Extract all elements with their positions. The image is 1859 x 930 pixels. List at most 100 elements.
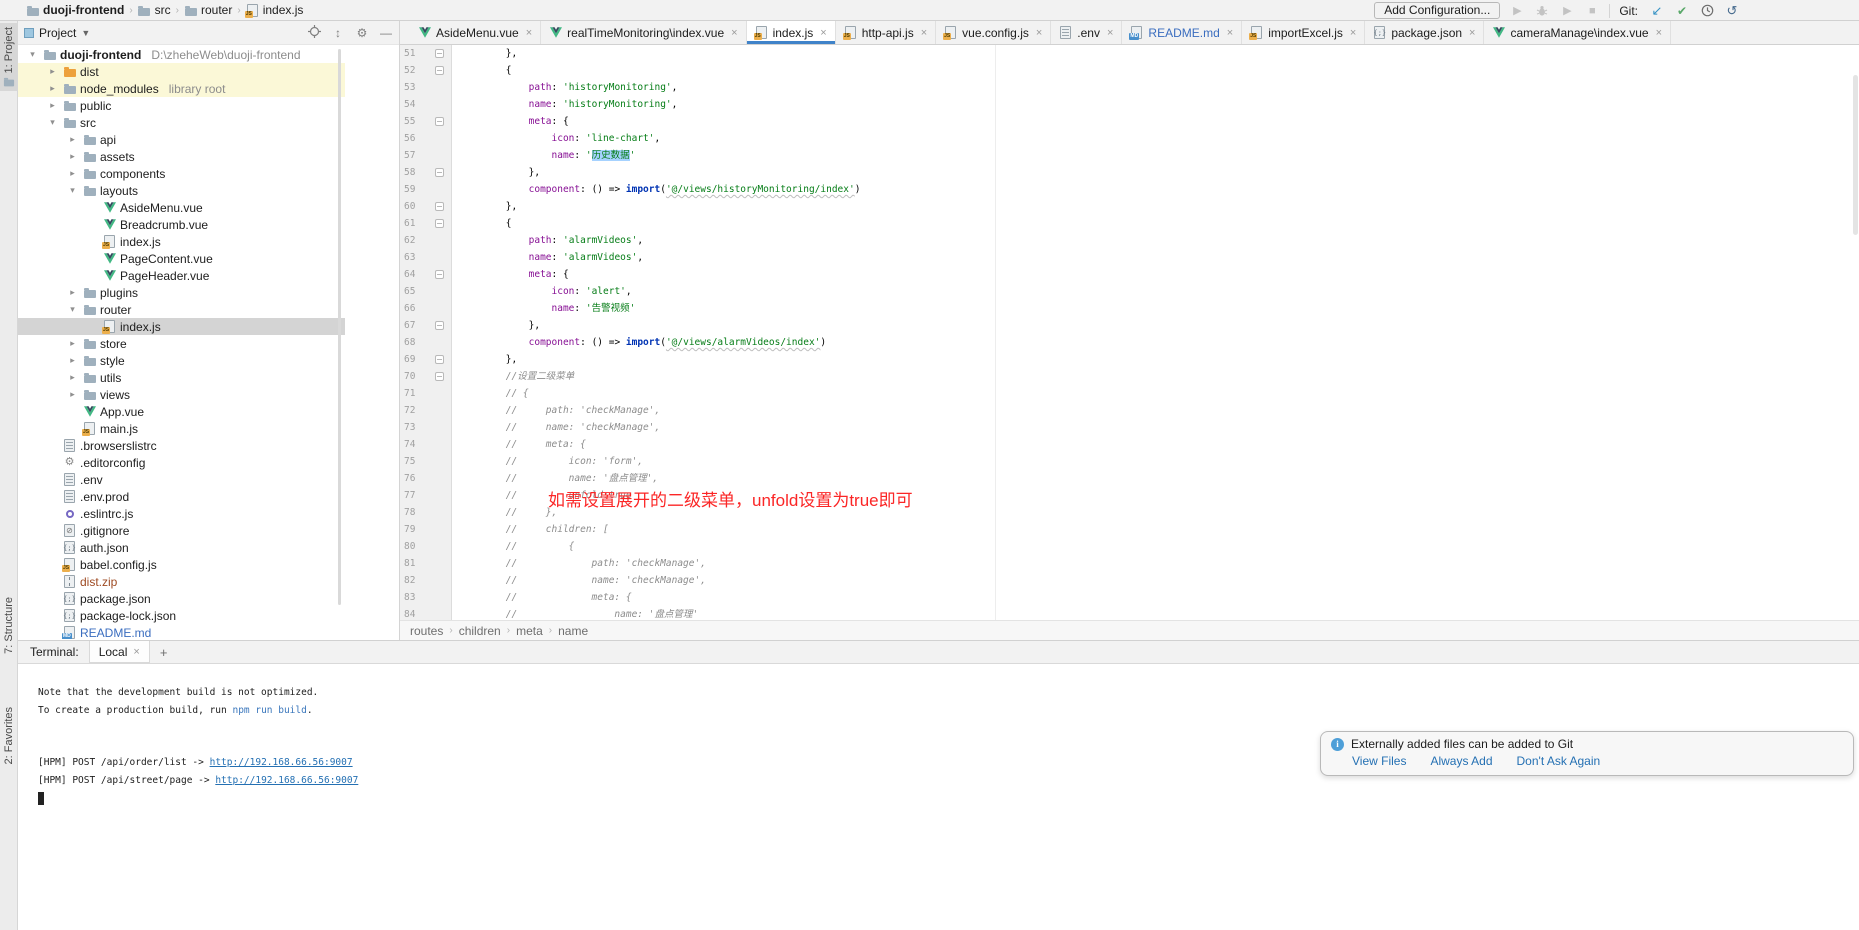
tree-item-.env[interactable]: .env [18,471,345,488]
tree-item-index.js[interactable]: JSindex.js [18,318,345,335]
fold-end-icon[interactable] [435,202,444,211]
tree-item-views[interactable]: ▸views [18,386,345,403]
run-with-coverage-icon[interactable]: ▶ [1559,3,1575,19]
project-view-selector[interactable]: Project ▼ [24,26,90,40]
chevron-right-icon[interactable]: ▸ [66,151,79,162]
close-icon[interactable]: × [731,27,737,39]
chevron-right-icon[interactable]: ▸ [46,83,59,94]
editor-tab-importexcel.js[interactable]: JSimportExcel.js× [1242,21,1365,44]
chevron-right-icon[interactable]: ▸ [46,66,59,77]
close-icon[interactable]: × [921,27,927,39]
tree-item-.editorconfig[interactable]: ⚙.editorconfig [18,454,345,471]
tree-item-main.js[interactable]: JSmain.js [18,420,345,437]
tree-scrollbar[interactable] [338,49,341,605]
tree-item-auth.json[interactable]: {;}auth.json [18,539,345,556]
editor-tab-readme.md[interactable]: MDREADME.md× [1122,21,1242,44]
tree-item-dist.zip[interactable]: dist.zip [18,573,345,590]
tree-item-duoji-frontend[interactable]: ▾duoji-frontendD:\zheheWeb\duoji-fronten… [18,46,345,63]
terminal-tab-local[interactable]: Local × [89,641,150,663]
editor-breadcrumb-item[interactable]: meta [516,624,543,638]
chevron-right-icon[interactable]: ▸ [66,372,79,383]
history-icon[interactable] [1699,3,1715,19]
tree-item-.env.prod[interactable]: .env.prod [18,488,345,505]
tree-item-pagecontent.vue[interactable]: PageContent.vue [18,250,345,267]
terminal-link[interactable]: http://192.168.66.56:9007 [210,757,353,768]
close-icon[interactable]: × [1036,27,1042,39]
git-commit-icon[interactable]: ✔ [1674,3,1690,19]
close-icon[interactable]: × [820,27,826,39]
tree-item-store[interactable]: ▸store [18,335,345,352]
tree-item-src[interactable]: ▾src [18,114,345,131]
chevron-right-icon[interactable]: ▸ [66,168,79,179]
tree-item-node-modules[interactable]: ▸node_moduleslibrary root [18,80,345,97]
chevron-down-icon[interactable]: ▾ [66,304,79,315]
fold-start-icon[interactable] [435,117,444,126]
close-icon[interactable]: × [1656,27,1662,39]
editor-tab-asidemenu.vue[interactable]: AsideMenu.vue× [410,21,541,44]
chevron-down-icon[interactable]: ▾ [66,185,79,196]
editor-tab-vue.config.js[interactable]: JSvue.config.js× [936,21,1051,44]
run-icon[interactable]: ▶ [1509,3,1525,19]
tree-item-app.vue[interactable]: App.vue [18,403,345,420]
tree-item-.eslintrc.js[interactable]: .eslintrc.js [18,505,345,522]
tree-item-package-lock.json[interactable]: {;}package-lock.json [18,607,345,624]
git-update-icon[interactable]: ↙ [1649,3,1665,19]
editor-breadcrumb-item[interactable]: children [459,624,501,638]
chevron-right-icon[interactable]: ▸ [66,338,79,349]
editor-breadcrumb-item[interactable]: name [558,624,588,638]
close-icon[interactable]: × [1107,27,1113,39]
breadcrumb-item[interactable]: duoji-frontend [26,3,124,17]
close-icon[interactable]: × [1469,27,1475,39]
fold-end-icon[interactable] [435,49,444,58]
editor-tab-.env[interactable]: .env× [1051,21,1122,44]
breadcrumb-item[interactable]: src [138,3,171,17]
editor-tab-http-api.js[interactable]: JShttp-api.js× [836,21,936,44]
fold-end-icon[interactable] [435,168,444,177]
editor-breadcrumb-item[interactable]: routes [410,624,443,638]
fold-start-icon[interactable] [435,219,444,228]
editor-tab-cameramanage-index.vue[interactable]: cameraManage\index.vue× [1484,21,1671,44]
tree-item-router[interactable]: ▾router [18,301,345,318]
fold-end-icon[interactable] [435,321,444,330]
tree-item-dist[interactable]: ▸dist [18,63,345,80]
code-editor[interactable]: 51 },52 {53 path: 'historyMonitoring',54… [400,45,1859,620]
notification-action-view-files[interactable]: View Files [1352,754,1406,768]
terminal-link[interactable]: http://192.168.66.56:9007 [215,775,358,786]
chevron-down-icon[interactable]: ▾ [26,49,39,60]
tree-item-asidemenu.vue[interactable]: AsideMenu.vue [18,199,345,216]
new-terminal-icon[interactable]: + [160,645,168,660]
fold-start-icon[interactable] [435,372,444,381]
breadcrumb-item[interactable]: router [184,3,232,17]
editor-scrollbar[interactable] [1853,75,1858,235]
close-icon[interactable]: × [133,646,139,658]
notification-action-don-t-ask-again[interactable]: Don't Ask Again [1517,754,1601,768]
tree-item-api[interactable]: ▸api [18,131,345,148]
add-configuration-button[interactable]: Add Configuration... [1374,2,1500,19]
notification-action-always-add[interactable]: Always Add [1430,754,1492,768]
chevron-right-icon[interactable]: ▸ [66,287,79,298]
debug-icon[interactable] [1534,3,1550,19]
tree-item-assets[interactable]: ▸assets [18,148,345,165]
settings-icon[interactable]: ⚙ [355,26,369,40]
chevron-right-icon[interactable]: ▸ [46,100,59,111]
close-icon[interactable]: × [1227,27,1233,39]
tree-item-style[interactable]: ▸style [18,352,345,369]
expand-collapse-icon[interactable]: ↕ [331,26,345,40]
breadcrumb-item[interactable]: JSindex.js [246,3,304,17]
tree-item-index.js[interactable]: JSindex.js [18,233,345,250]
tree-item-babel.config.js[interactable]: JSbabel.config.js [18,556,345,573]
tree-item-layouts[interactable]: ▾layouts [18,182,345,199]
chevron-right-icon[interactable]: ▸ [66,134,79,145]
tree-item-plugins[interactable]: ▸plugins [18,284,345,301]
tree-item-package.json[interactable]: {;}package.json [18,590,345,607]
tree-item-.browserslistrc[interactable]: .browserslistrc [18,437,345,454]
stripe-tab-favorites[interactable]: 2: Favorites [0,703,18,768]
stripe-tab-project[interactable]: 1: Project [0,23,18,91]
fold-start-icon[interactable] [435,66,444,75]
tree-item-pageheader.vue[interactable]: PageHeader.vue [18,267,345,284]
close-icon[interactable]: × [526,27,532,39]
tree-item-utils[interactable]: ▸utils [18,369,345,386]
chevron-down-icon[interactable]: ▾ [46,117,59,128]
stop-icon[interactable]: ■ [1584,3,1600,19]
tree-item-.gitignore[interactable]: ⊘.gitignore [18,522,345,539]
